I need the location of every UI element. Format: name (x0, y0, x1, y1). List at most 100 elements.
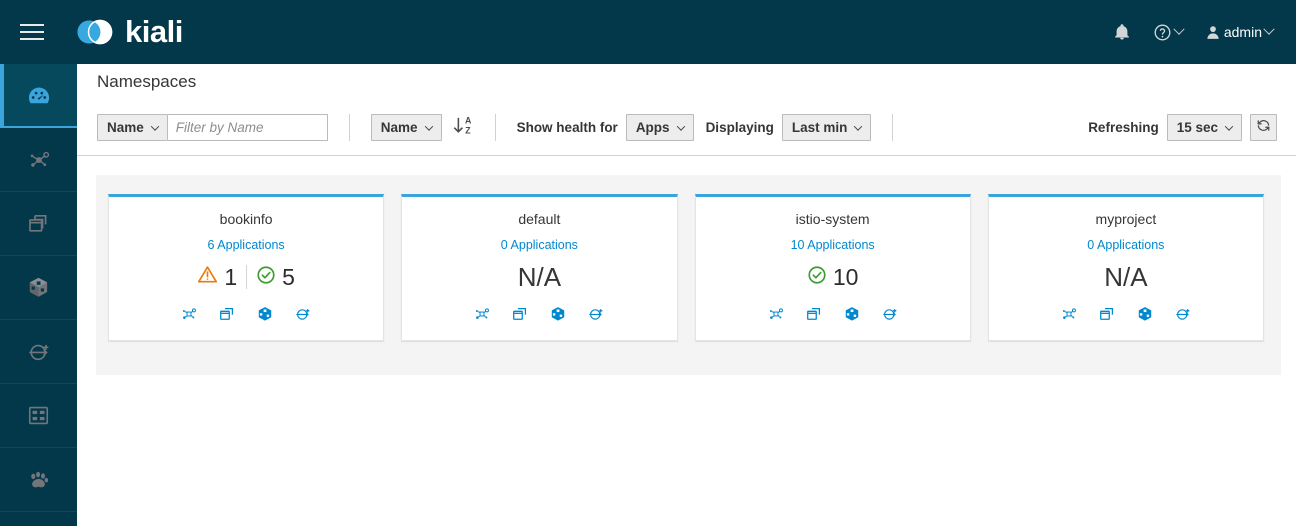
health-na-label: N/A (517, 262, 562, 292)
topology-graph-icon[interactable] (180, 305, 198, 328)
refresh-icon (1256, 118, 1271, 138)
workloads-cube-icon[interactable] (1136, 305, 1154, 328)
chevron-down-icon (150, 121, 160, 131)
applications-icon (26, 211, 51, 236)
masthead: kiali admin (0, 0, 1296, 64)
namespace-applications-link[interactable]: 6 Applications (119, 238, 373, 253)
namespace-actions (119, 305, 373, 328)
istio-config-grid-icon (26, 403, 51, 428)
services-icon[interactable] (1174, 305, 1192, 328)
sort-field-value: Name (380, 120, 418, 135)
workloads-cube-icon[interactable] (843, 305, 861, 328)
namespace-name: istio-system (795, 211, 870, 227)
refresh-button[interactable] (1250, 114, 1277, 141)
namespace-card-wrapper: default 0 Applications N/A (401, 194, 694, 341)
global-navigation-toggle[interactable] (0, 0, 64, 64)
namespaces-panel: bookinfo 6 Applications 1 5 default 0 Ap… (96, 175, 1281, 375)
page-content: Namespaces Name Name A Z (77, 64, 1296, 526)
workloads-cube-icon[interactable] (549, 305, 567, 328)
filter-category-value: Name (107, 120, 144, 135)
help-button[interactable] (1144, 15, 1192, 50)
health-healthy-group[interactable]: 10 (807, 265, 858, 290)
sidebar-item-services[interactable] (0, 320, 77, 384)
chevron-down-icon (854, 121, 863, 131)
topology-graph-icon[interactable] (473, 305, 491, 328)
namespace-applications-link[interactable]: 0 Applications (999, 238, 1253, 253)
namespace-applications-link[interactable]: 0 Applications (412, 238, 666, 253)
sort-ascending-alpha-icon[interactable]: A Z (452, 114, 474, 141)
user-name: admin (1223, 24, 1262, 40)
warning-triangle-icon (197, 264, 218, 290)
namespace-applications-link[interactable]: 10 Applications (706, 238, 960, 253)
topology-graph-icon[interactable] (767, 305, 785, 328)
namespace-health: N/A (412, 260, 666, 294)
svg-text:A: A (465, 116, 472, 126)
refresh-interval-select[interactable]: 15 sec (1166, 114, 1242, 141)
applications-icon[interactable] (511, 305, 529, 328)
page-title: Namespaces (97, 72, 197, 91)
applications-icon[interactable] (1098, 305, 1116, 328)
namespace-health: 10 (706, 260, 960, 294)
question-circle-icon (1153, 23, 1172, 42)
workloads-cube-icon[interactable] (256, 305, 274, 328)
topology-graph-icon[interactable] (1060, 305, 1078, 328)
displaying-duration-select[interactable]: Last min (781, 114, 872, 141)
hamburger-bar (20, 24, 44, 26)
refresh-interval-value: 15 sec (1176, 120, 1218, 135)
namespace-card[interactable]: default 0 Applications N/A (401, 194, 678, 341)
namespace-card-wrapper: istio-system 10 Applications 10 (694, 194, 988, 341)
health-healthy-count: 5 (282, 263, 295, 290)
check-circle-icon (256, 265, 276, 290)
namespace-actions (706, 305, 960, 328)
health-healthy-group[interactable]: 5 (256, 265, 295, 290)
displaying-label: Displaying (705, 120, 774, 135)
services-icon[interactable] (881, 305, 899, 328)
services-icon[interactable] (587, 305, 605, 328)
health-na-label: N/A (1104, 262, 1148, 292)
sidebar-item-overview[interactable] (0, 64, 77, 128)
sidebar-item-graph[interactable] (0, 128, 77, 192)
refreshing-label: Refreshing (1088, 120, 1159, 135)
health-for-value: Apps (635, 120, 670, 135)
filter-input[interactable] (167, 114, 328, 141)
check-circle-icon (807, 265, 827, 290)
hamburger-bar (20, 31, 44, 33)
services-icon[interactable] (294, 305, 312, 328)
sidebar-item-workloads[interactable] (0, 256, 77, 320)
namespace-health: 1 5 (119, 260, 373, 294)
sidebar-item-istio-config[interactable] (0, 384, 77, 448)
user-icon (1205, 24, 1221, 41)
brand-name: kiali (125, 14, 183, 49)
namespace-name: myproject (1095, 211, 1157, 227)
user-menu-button[interactable]: admin (1196, 16, 1282, 49)
health-for-select[interactable]: Apps (625, 114, 694, 141)
namespace-card[interactable]: istio-system 10 Applications 10 (694, 194, 971, 341)
paw-tracing-icon (26, 467, 51, 492)
masthead-actions: admin (1104, 15, 1296, 50)
sidebar-item-distributed-tracing[interactable] (0, 448, 77, 512)
sidebar-item-applications[interactable] (0, 192, 77, 256)
applications-icon[interactable] (805, 305, 823, 328)
services-icon (26, 339, 52, 365)
health-divider (246, 265, 248, 289)
namespace-health: N/A (999, 260, 1253, 294)
svg-text:Z: Z (465, 125, 471, 135)
chevron-down-icon (1224, 121, 1234, 131)
namespace-card-grid: bookinfo 6 Applications 1 5 default 0 Ap… (108, 194, 1281, 341)
sort-field-select[interactable]: Name (370, 114, 442, 141)
kiali-logo-link[interactable]: kiali (72, 14, 183, 50)
topology-graph-icon (26, 147, 52, 173)
filter-category-select[interactable]: Name (97, 114, 168, 141)
chevron-down-icon (1263, 23, 1275, 35)
show-health-for-label: Show health for (516, 120, 618, 135)
namespace-name: bookinfo (219, 211, 273, 227)
kiali-logo-icon (72, 15, 120, 49)
notifications-button[interactable] (1104, 15, 1140, 49)
hamburger-bar (20, 38, 44, 40)
dashboard-icon (26, 83, 52, 109)
applications-icon[interactable] (218, 305, 236, 328)
namespace-card[interactable]: myproject 0 Applications N/A (987, 194, 1264, 341)
namespace-card[interactable]: bookinfo 6 Applications 1 5 (108, 194, 385, 341)
health-warning-group[interactable]: 1 (197, 264, 237, 290)
primary-sidebar (0, 64, 77, 526)
